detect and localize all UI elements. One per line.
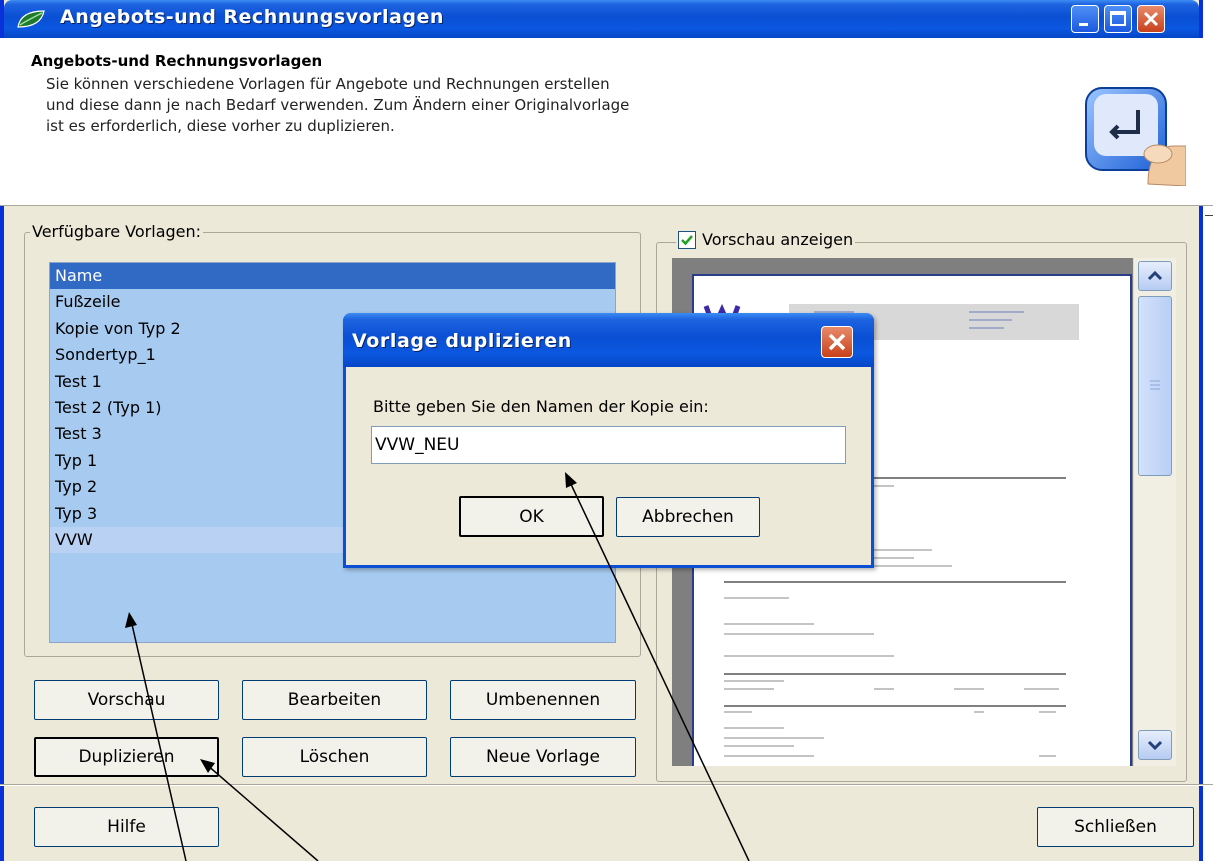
header-description-line: und diese dann je nach Bedarf verwenden.… [46,96,630,114]
dialog-title-bar[interactable]: Vorlage duplizieren [343,313,874,367]
preview-scrollbar[interactable] [1133,258,1176,766]
footer-separator [0,784,1213,786]
minimize-button[interactable] [1071,5,1099,33]
rename-button[interactable]: Umbenennen [450,680,636,720]
scroll-thumb[interactable] [1138,296,1172,476]
header-title: Angebots-und Rechnungsvorlagen [31,52,323,70]
maximize-icon [1110,11,1126,26]
duplicate-button[interactable]: Duplizieren [34,737,219,777]
new-template-button[interactable]: Neue Vorlage [450,737,636,777]
app-leaf-icon [17,10,45,28]
dialog-close-button[interactable] [821,326,853,358]
header-description-line: ist es erforderlich, diese vorher zu dup… [46,117,395,135]
help-button[interactable]: Hilfe [34,807,219,847]
title-bar[interactable]: Angebots-und Rechnungsvorlagen [4,0,1199,38]
scroll-down-button[interactable] [1138,730,1172,760]
header-description: Sie können verschiedene Vorlagen für Ang… [46,74,806,137]
minimize-icon [1079,23,1088,26]
templates-group-label: Verfügbare Vorlagen: [30,222,204,241]
close-icon [1143,11,1159,27]
delete-button[interactable]: Löschen [242,737,427,777]
chevron-down-icon [1147,740,1163,751]
duplicate-template-dialog: Vorlage duplizieren Bitte geben Sie den … [343,313,874,568]
list-column-header[interactable]: Name [50,263,615,290]
maximize-button[interactable] [1104,5,1132,33]
checkbox-checked-icon[interactable] [678,230,696,249]
cancel-button[interactable]: Abbrechen [616,497,760,537]
close-icon [828,333,846,351]
scroll-up-button[interactable] [1138,261,1172,291]
background-line [1205,215,1213,216]
chevron-up-icon [1147,270,1163,281]
close-button[interactable]: Schließen [1037,807,1194,847]
dialog-title: Vorlage duplizieren [352,330,572,352]
preview-checkbox-label[interactable]: Vorschau anzeigen [702,230,853,249]
screenshot-stage: Angebots-und Rechnungsvorlagen Angebots-… [0,0,1213,861]
close-window-button[interactable] [1137,5,1165,33]
copy-name-input[interactable] [371,426,846,464]
header-description-line: Sie können verschiedene Vorlagen für Ang… [46,75,610,93]
list-item[interactable]: Fußzeile [50,289,615,315]
ok-button[interactable]: OK [459,496,604,537]
preview-button[interactable]: Vorschau [34,680,219,720]
keyboard-enter-key-icon [1085,87,1186,186]
window-title: Angebots-und Rechnungsvorlagen [60,6,444,28]
preview-checkbox-row[interactable]: Vorschau anzeigen [676,230,856,249]
grip-icon [1150,380,1160,390]
dialog-prompt: Bitte geben Sie den Namen der Kopie ein: [373,397,709,416]
edit-button[interactable]: Bearbeiten [242,680,427,720]
